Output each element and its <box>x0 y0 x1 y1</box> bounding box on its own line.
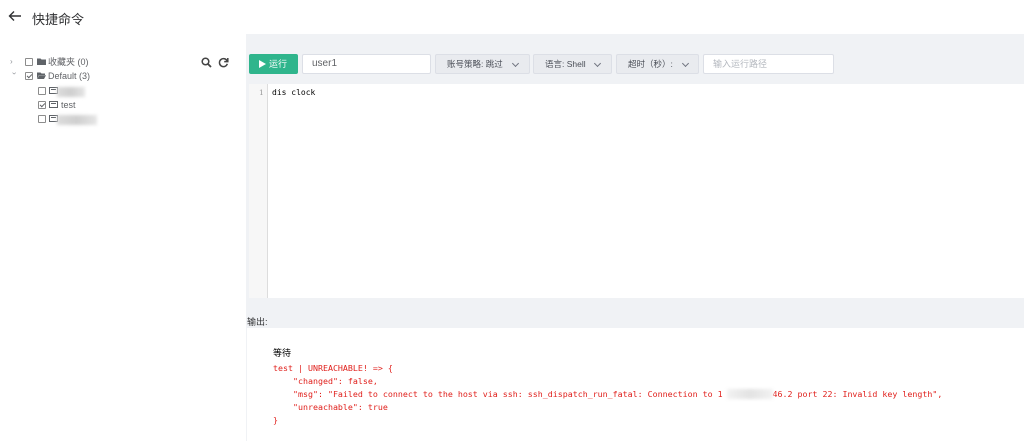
line-number: 1 <box>259 88 264 97</box>
redacted-host-name <box>57 87 85 97</box>
host-checkbox-test[interactable] <box>38 101 46 109</box>
output-line: } <box>273 415 278 425</box>
play-icon <box>259 60 266 68</box>
page-title: 快捷命令 <box>32 12 85 27</box>
timeout-label: 超时（秒）: <box>628 59 673 69</box>
output-line: "changed": false, <box>273 376 378 386</box>
language-select[interactable]: 语言: Shell <box>533 54 612 74</box>
host-checkbox[interactable] <box>38 115 46 123</box>
folder-open-icon <box>37 72 46 79</box>
timeout-select[interactable]: 超时（秒）: <box>616 54 699 74</box>
tree-node-host-test[interactable]: test <box>61 98 76 112</box>
tree-node-count: (3) <box>79 71 91 81</box>
output-status: 等待 <box>273 349 292 359</box>
account-policy-select[interactable]: 账号策略: 跳过 <box>435 54 530 74</box>
tree-node-count: (0) <box>77 57 89 67</box>
favorites-checkbox[interactable] <box>25 58 33 66</box>
redacted-host-name <box>57 115 97 125</box>
run-user-input[interactable]: user1 <box>302 54 431 74</box>
chevron-down-icon <box>593 59 602 68</box>
run-path-input[interactable]: 输入运行路径 <box>703 54 834 74</box>
output-line: "msg": "Failed to connect to the host vi… <box>273 389 943 399</box>
command-editor[interactable]: 1 dis clock <box>249 84 1024 298</box>
redacted-ip <box>727 389 773 399</box>
run-button[interactable]: 运行 <box>249 54 298 74</box>
host-checkbox[interactable] <box>38 87 46 95</box>
output-panel: 等待 test | UNREACHABLE! => { "changed": f… <box>247 328 1024 441</box>
top-bar: 快捷命令 <box>0 0 1024 34</box>
run-button-label: 运行 <box>269 59 288 69</box>
refresh-icon[interactable] <box>218 57 229 68</box>
code-line[interactable]: dis clock <box>272 88 315 97</box>
host-tree-panel: › 收藏夹 (0) › Default (3) test <box>0 34 246 441</box>
output-line: "unreachable": true <box>273 402 388 412</box>
arrow-left-icon[interactable] <box>8 9 22 23</box>
output-label: 输出: <box>247 317 268 327</box>
default-group-checkbox[interactable] <box>25 72 33 80</box>
folder-icon <box>37 58 46 65</box>
output-line: test | UNREACHABLE! => { <box>273 363 393 373</box>
chevron-right-icon[interactable]: › <box>10 58 18 66</box>
tree-node-favorites[interactable]: 收藏夹 (0) <box>48 55 89 69</box>
chevron-down-icon[interactable]: › <box>10 72 19 80</box>
chevron-down-icon <box>681 59 690 68</box>
tree-node-label: 收藏夹 <box>48 57 76 67</box>
search-icon[interactable] <box>201 57 212 68</box>
host-icon <box>49 101 58 108</box>
tree-node-label: Default <box>48 71 77 81</box>
account-policy-label: 账号策略: 跳过 <box>447 59 503 69</box>
editor-gutter: 1 <box>249 84 268 298</box>
tree-node-default[interactable]: Default (3) <box>48 69 90 83</box>
language-label: 语言: Shell <box>545 59 586 69</box>
chevron-down-icon <box>511 59 520 68</box>
